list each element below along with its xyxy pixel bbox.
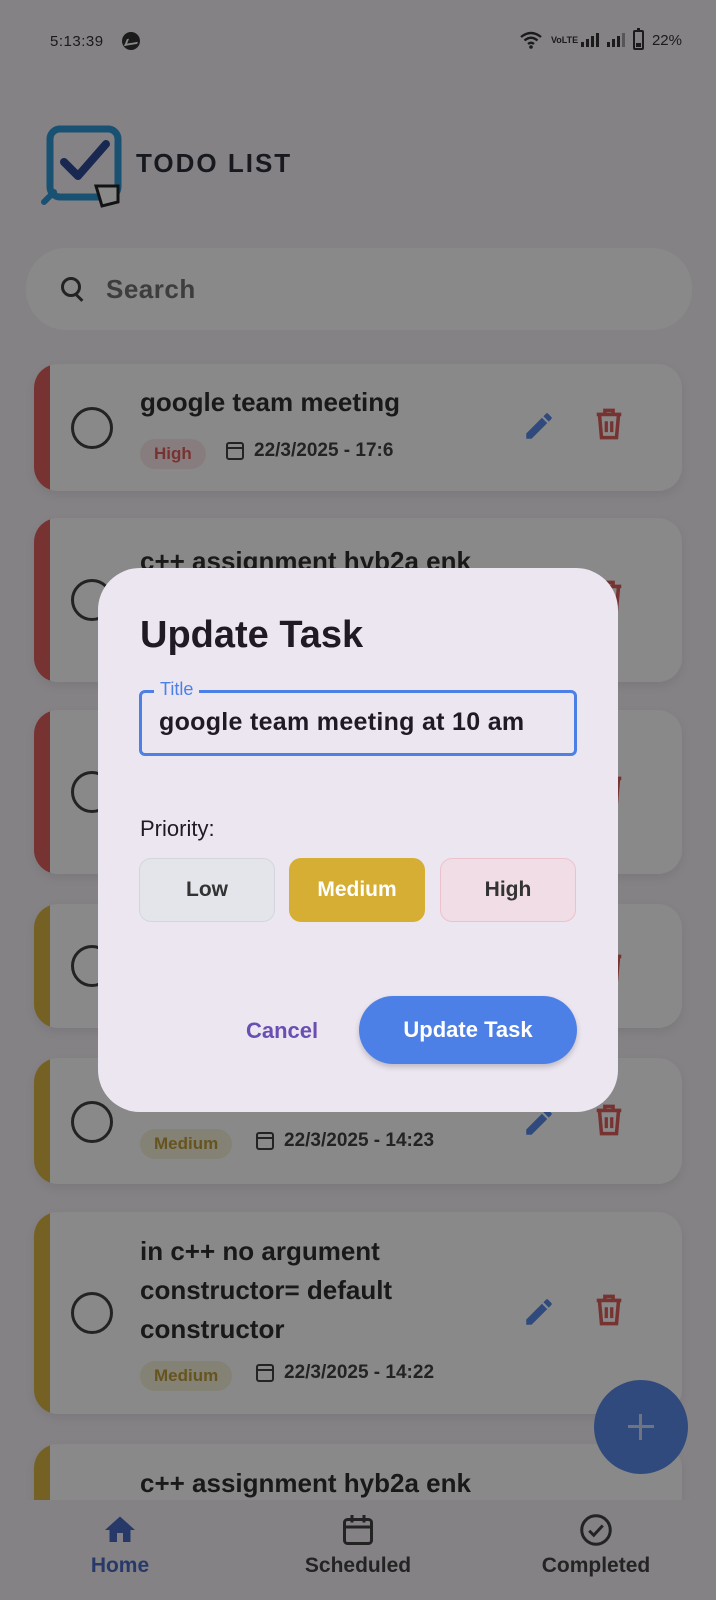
priority-low-button[interactable]: Low	[139, 858, 275, 922]
title-field[interactable]: Title google team meeting at 10 am	[139, 679, 577, 756]
title-input[interactable]: google team meeting at 10 am	[159, 708, 524, 737]
priority-medium-button[interactable]: Medium	[289, 858, 425, 922]
update-task-button[interactable]: Update Task	[359, 996, 577, 1064]
update-task-dialog: Update Task Title google team meeting at…	[98, 568, 618, 1112]
cancel-button[interactable]: Cancel	[246, 1018, 318, 1044]
priority-high-button[interactable]: High	[440, 858, 576, 922]
dialog-title: Update Task	[140, 614, 364, 656]
priority-label: Priority:	[140, 816, 215, 841]
title-field-label: Title	[154, 679, 200, 700]
